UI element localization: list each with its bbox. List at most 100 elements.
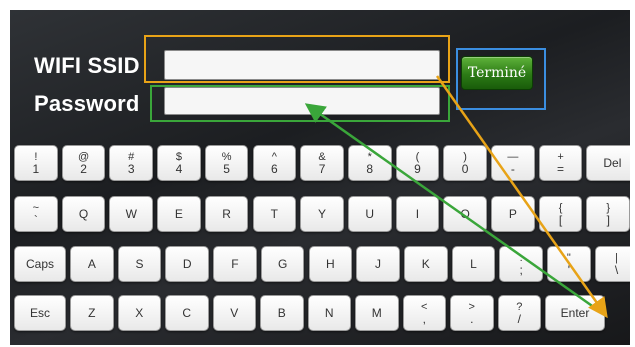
key-label: - [510,162,515,176]
key-label: ' [567,263,570,277]
key-i[interactable]: I [395,196,440,232]
key-label: 3 [127,162,135,176]
key-x[interactable]: X [117,295,161,331]
password-label: Password [34,91,140,116]
key-l[interactable]: L [451,246,496,282]
key-open-bracket[interactable]: {[ [538,196,583,232]
key-3[interactable]: #3 [109,145,154,181]
key-label: ` [33,213,38,227]
key-esc[interactable]: Esc [14,295,66,331]
key-y[interactable]: Y [300,196,344,232]
key-r[interactable]: R [204,196,249,232]
key-label: L [470,257,477,271]
key-close-bracket[interactable]: }] [586,196,630,232]
key-j[interactable]: J [356,246,400,282]
key-v[interactable]: V [212,295,256,331]
key-label: Z [88,306,96,320]
key-label: 7 [318,162,326,176]
key-z[interactable]: Z [70,295,114,331]
key-b[interactable]: B [260,295,304,331]
key-label: Enter [560,306,590,320]
key-label: N [324,306,334,320]
key-w[interactable]: W [109,196,154,232]
ssid-field[interactable] [164,50,440,80]
key-label: = [557,162,565,176]
key-7[interactable]: & 7 [300,145,344,181]
key-label: D [182,257,192,271]
key-label: Caps [25,257,54,271]
key-e[interactable]: E [157,196,201,232]
key-label: R [222,207,231,221]
key-o[interactable]: O [443,196,487,232]
key-label: 4 [175,162,183,176]
key-label: O [460,207,470,221]
key-a[interactable]: A [70,246,114,282]
ssid-label: WIFI SSID [34,53,140,78]
key-h[interactable]: H [308,246,353,282]
key-n[interactable]: N [307,295,351,331]
key-label: H [326,257,335,271]
key-q[interactable]: Q [61,196,106,232]
key-label: W [125,207,137,221]
done-button[interactable]: Terminé [461,56,533,90]
key-u[interactable]: U [347,196,392,232]
key-backslash[interactable]: | \ [594,246,630,282]
password-input[interactable] [165,88,439,114]
key-slash[interactable]: ? / [497,295,541,331]
key-del[interactable]: Del [586,145,630,181]
wifi-setup-panel: WIFI SSID Password Terminé ! 1 @2 #3 $4% 5 ^ 6 &… [10,10,630,345]
key-c[interactable]: C [165,295,209,331]
key-label: P [508,207,517,221]
screen: WIFI SSID Password Terminé ! 1 @2 #3 $4% 5 ^ 6 &… [0,0,635,347]
key-k[interactable]: K [403,246,448,282]
key-period[interactable]: >. [450,295,494,331]
key-m[interactable]: M [355,295,399,331]
key-comma[interactable]: <, [402,295,446,331]
key-label: J [375,257,382,271]
key-label: V [230,306,239,320]
key-4[interactable]: $4 [157,145,201,181]
key-minus[interactable]: — - [491,145,535,181]
key-8[interactable]: * 8 [347,145,392,181]
key-label: S [135,257,144,271]
key-d[interactable]: D [165,246,210,282]
key-label: 1 [32,162,40,176]
key-label: C [182,306,192,320]
key-label: Y [318,207,327,221]
key-t[interactable]: T [252,196,297,232]
key-s[interactable]: S [117,246,162,282]
key-label: 6 [271,162,278,176]
key-enter[interactable]: Enter [545,295,605,331]
key-label: Del [603,156,622,170]
key-caps[interactable]: Caps [14,246,66,282]
key-label: 0 [461,162,469,176]
key-2[interactable]: @2 [61,145,106,181]
key-label: Q [78,207,89,221]
key-label: X [135,306,144,320]
key-f[interactable]: F [213,246,257,282]
key-label: ; [519,263,523,277]
key-0[interactable]: ) 0 [443,145,487,181]
key-semicolon[interactable]: :; [499,246,543,282]
key-label: , [422,312,426,326]
key-label: 9 [414,162,421,176]
key-label: / [517,312,521,326]
key-g[interactable]: G [260,246,305,282]
key-label: B [277,306,286,320]
password-field[interactable] [164,87,440,115]
key-label: \ [614,263,619,277]
key-9[interactable]: (9 [395,145,440,181]
key-p[interactable]: P [491,196,535,232]
key-1[interactable]: ! 1 [14,145,58,181]
key-equals[interactable]: + = [538,145,583,181]
key-label: U [365,207,375,221]
key-backtick[interactable]: ~ ` [14,196,58,232]
key-6[interactable]: ^ 6 [252,145,297,181]
key-5[interactable]: % 5 [204,145,249,181]
key-label: ] [606,213,610,227]
key-label: 5 [223,162,230,176]
key-label: K [421,257,430,271]
key-label: E [174,207,183,221]
ssid-input[interactable] [165,51,439,79]
key-quote[interactable]: " ' [547,246,591,282]
